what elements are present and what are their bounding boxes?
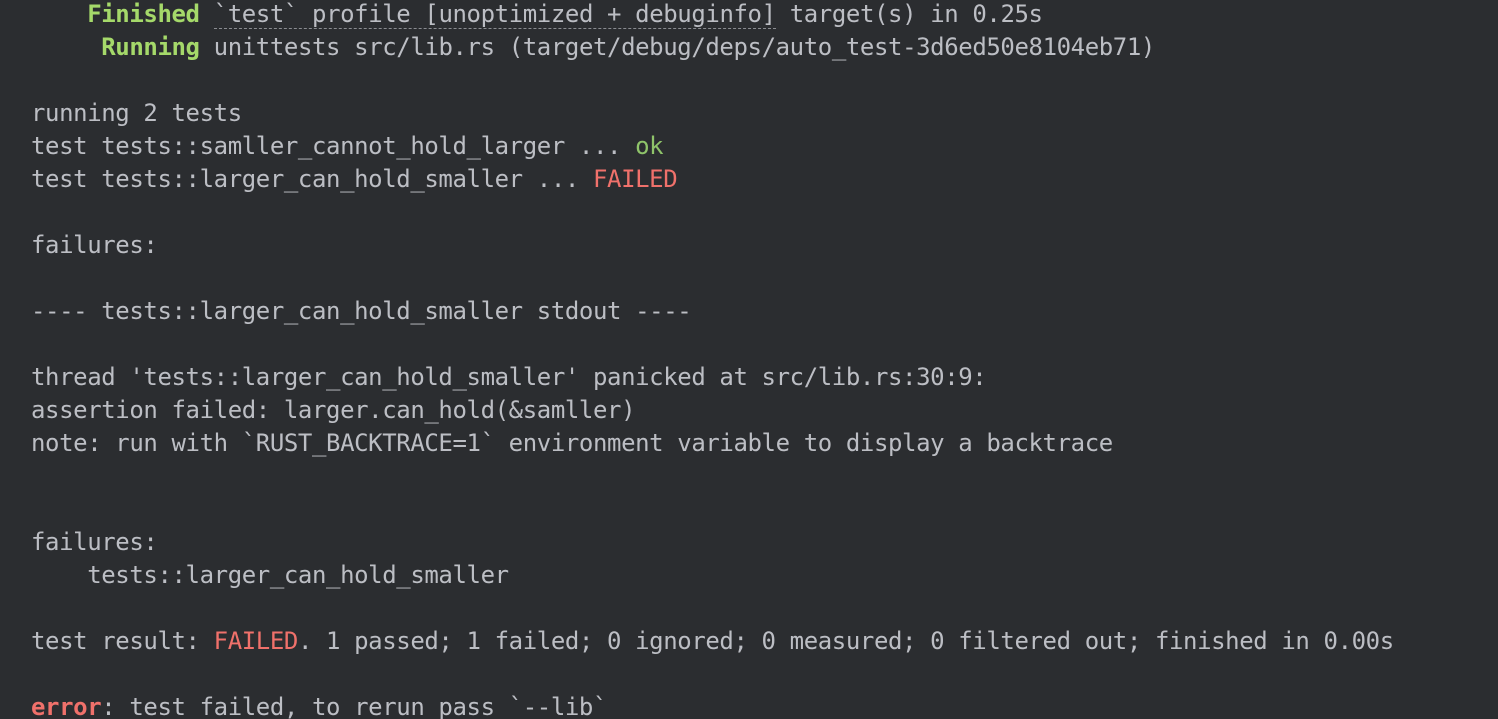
error-line: error: test failed, to rerun pass `--lib…: [31, 691, 607, 719]
note-line: note: run with `RUST_BACKTRACE=1` enviro…: [31, 429, 1113, 457]
failures-header: failures:: [31, 231, 158, 259]
running-line: Running unittests src/lib.rs (target/deb…: [31, 31, 1155, 64]
test-result-summary: . 1 passed; 1 failed; 0 ignored; 0 measu…: [297, 627, 1394, 655]
running-tests-count: running 2 tests: [31, 99, 242, 127]
test-result-label: test result:: [31, 627, 214, 655]
test-result-line: test result: FAILED. 1 passed; 1 failed;…: [31, 625, 1394, 658]
test-2-name: test tests::larger_can_hold_smaller ...: [31, 165, 593, 193]
panic-line: thread 'tests::larger_can_hold_smaller' …: [31, 363, 987, 391]
test-1-name: test tests::samller_cannot_hold_larger .…: [31, 132, 636, 160]
stdout-header: ---- tests::larger_can_hold_smaller stdo…: [31, 297, 692, 325]
error-label: error: [31, 693, 102, 719]
test-2-result: FAILED: [592, 165, 678, 193]
failures-summary-header: failures:: [31, 528, 158, 556]
failed-test-name: tests::larger_can_hold_smaller: [31, 561, 509, 589]
finished-rest: target(s) in 0.25s: [775, 0, 1043, 28]
finished-line: Finished `test` profile [unoptimized + d…: [31, 0, 1043, 31]
assertion-line: assertion failed: larger.can_hold(&samll…: [31, 396, 636, 424]
error-message: : test failed, to rerun pass `--lib`: [101, 693, 608, 719]
test-result-status: FAILED: [213, 627, 299, 655]
finished-status: Finished: [87, 0, 200, 28]
finished-indent: [31, 0, 87, 28]
running-indent: [31, 33, 101, 61]
test-line-1: test tests::samller_cannot_hold_larger .…: [31, 130, 664, 163]
running-status: Running: [101, 33, 200, 61]
profile-link[interactable]: `test` profile [unoptimized + debuginfo]: [213, 0, 776, 29]
test-1-result: ok: [635, 132, 664, 160]
running-rest: unittests src/lib.rs (target/debug/deps/…: [199, 33, 1156, 61]
terminal-output: Finished `test` profile [unoptimized + d…: [0, 0, 1498, 719]
test-line-2: test tests::larger_can_hold_smaller ... …: [31, 163, 678, 196]
